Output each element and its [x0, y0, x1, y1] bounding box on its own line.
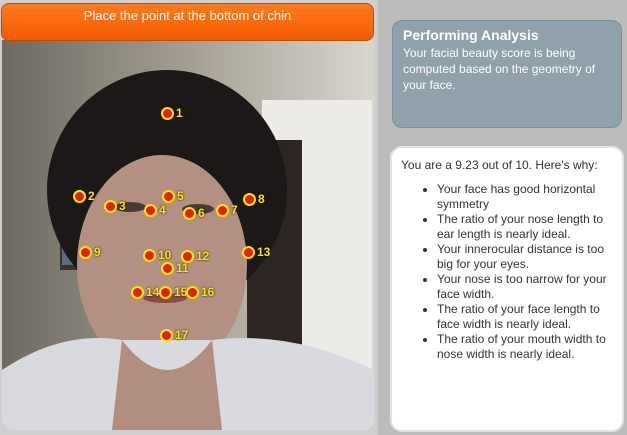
reason-item: The ratio of your mouth width to nose wi… — [437, 332, 614, 362]
landmark-marker[interactable]: 5 — [162, 189, 184, 203]
landmark-marker[interactable]: 15 — [159, 285, 187, 299]
marker-label: 17 — [175, 328, 189, 342]
landmark-marker[interactable]: 11 — [161, 261, 189, 275]
landmark-marker[interactable]: 4 — [144, 203, 166, 217]
landmark-marker[interactable]: 8 — [243, 192, 265, 206]
landmark-marker[interactable]: 3 — [104, 199, 126, 213]
reason-item: Your face has good horizontal symmetry — [437, 182, 614, 212]
marker-label: 4 — [159, 203, 166, 217]
marker-label: 10 — [158, 248, 172, 262]
landmark-marker[interactable]: 9 — [79, 245, 101, 259]
marker-dot — [183, 206, 196, 220]
landmark-marker[interactable]: 16 — [186, 285, 214, 299]
marker-dot — [162, 189, 175, 203]
webcam-photo[interactable]: 1 2 3 4 5 6 7 8 9 10 11 12 13 14 15 16 1… — [2, 40, 374, 430]
marker-dot — [186, 285, 199, 299]
marker-label: 14 — [146, 285, 160, 299]
marker-dot — [79, 245, 92, 259]
marker-label: 12 — [196, 249, 210, 263]
landmark-marker[interactable]: 17 — [160, 328, 188, 342]
marker-label: 5 — [177, 189, 184, 203]
landmark-marker[interactable]: 12 — [181, 249, 209, 263]
landmark-marker[interactable]: 6 — [183, 206, 205, 220]
landmark-marker[interactable]: 7 — [216, 203, 238, 217]
marker-dot — [243, 192, 256, 206]
marker-dot — [159, 285, 172, 299]
marker-dot — [161, 106, 174, 120]
marker-label: 9 — [94, 245, 101, 259]
status-message: Your facial beauty score is being comput… — [403, 46, 596, 92]
reasons-list: Your face has good horizontal symmetry T… — [401, 182, 614, 362]
reason-item: Your innerocular distance is too big for… — [437, 242, 614, 272]
landmark-marker[interactable]: 10 — [143, 248, 171, 262]
marker-dot — [216, 203, 229, 217]
reason-item: Your nose is too narrow for your face wi… — [437, 272, 614, 302]
marker-label: 1 — [176, 106, 183, 120]
marker-dot — [131, 285, 144, 299]
score-summary: You are a 9.23 out of 10. Here's why: — [401, 158, 598, 172]
marker-label: 2 — [88, 189, 95, 203]
marker-dot — [73, 189, 86, 203]
result-panel: You are a 9.23 out of 10. Here's why: Yo… — [390, 146, 624, 432]
marker-label: 11 — [176, 261, 189, 275]
reason-item: The ratio of your nose length to ear len… — [437, 212, 614, 242]
marker-dot — [181, 249, 194, 263]
marker-dot — [160, 328, 173, 342]
marker-dot — [143, 248, 156, 262]
instruction-text: Place the point at the bottom of chin — [83, 8, 292, 23]
status-title: Performing Analysis — [403, 27, 539, 43]
marker-dot — [161, 261, 174, 275]
landmark-marker[interactable]: 14 — [131, 285, 159, 299]
marker-dot — [104, 199, 117, 213]
face-photo-illustration — [2, 40, 374, 430]
marker-dot — [144, 203, 157, 217]
landmark-marker[interactable]: 2 — [73, 189, 95, 203]
marker-label: 8 — [258, 192, 265, 206]
landmark-marker[interactable]: 1 — [161, 106, 183, 120]
marker-label: 16 — [201, 285, 215, 299]
marker-label: 7 — [231, 203, 238, 217]
marker-label: 13 — [257, 245, 271, 259]
marker-label: 6 — [198, 206, 205, 220]
instruction-banner: Place the point at the bottom of chin — [1, 3, 374, 41]
analysis-status-panel: Performing Analysis Your facial beauty s… — [392, 20, 622, 128]
landmark-marker[interactable]: 13 — [242, 245, 270, 259]
marker-dot — [242, 245, 255, 259]
reason-item: The ratio of your face length to face wi… — [437, 302, 614, 332]
marker-label: 3 — [119, 199, 126, 213]
